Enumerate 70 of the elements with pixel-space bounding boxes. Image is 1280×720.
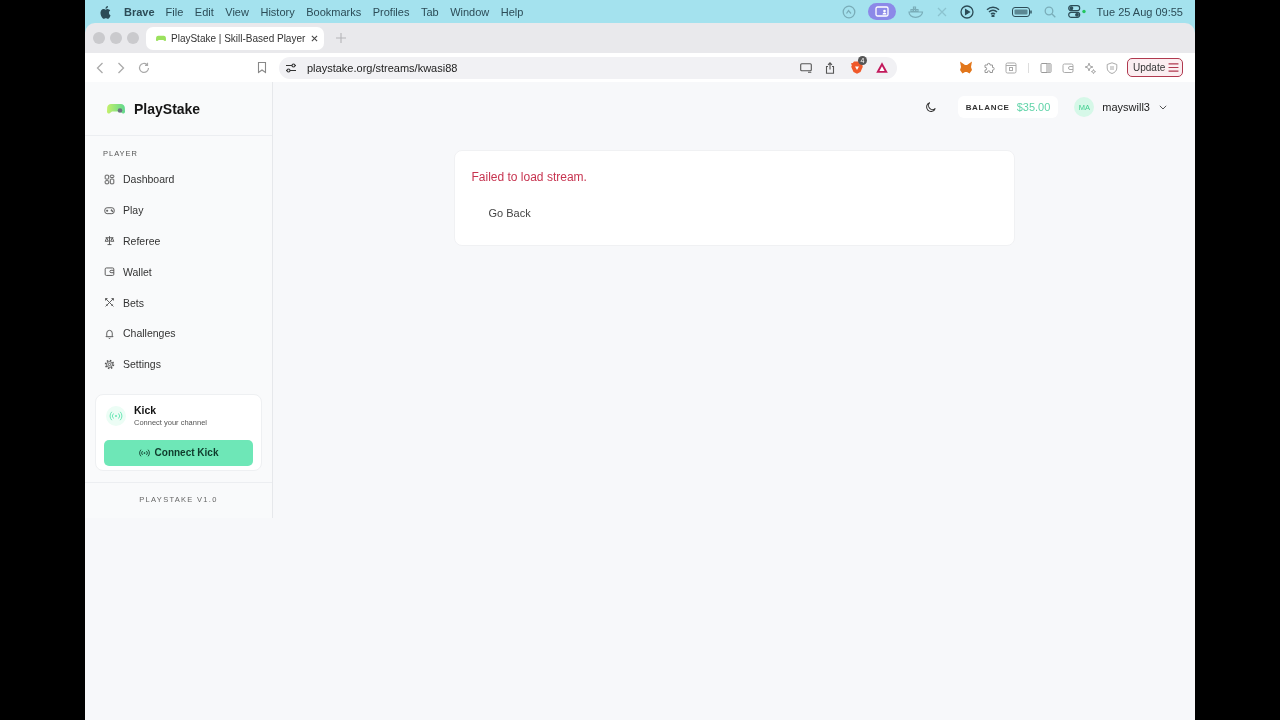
dashboard-icon <box>104 173 115 185</box>
balance-amount: $35.00 <box>1016 101 1051 113</box>
broadcast-icon <box>106 405 126 426</box>
circle-icon[interactable] <box>841 4 856 19</box>
bookmark-icon[interactable] <box>257 61 267 74</box>
menu-item[interactable]: View <box>225 5 249 18</box>
balance-label: BALANCE <box>965 102 1010 112</box>
fox-icon[interactable] <box>959 61 973 74</box>
shield-outline-icon[interactable] <box>1106 61 1118 74</box>
nav-item[interactable]: Bets <box>93 287 264 318</box>
menu-item[interactable]: Help <box>500 5 524 18</box>
chevron-down-icon[interactable] <box>1159 104 1167 110</box>
screen-share-icon[interactable] <box>867 3 896 20</box>
triangle-icon[interactable] <box>876 62 888 73</box>
menu-item[interactable]: Tab <box>420 5 439 18</box>
gamepad-icon <box>156 34 166 42</box>
kick-title: Kick <box>134 403 158 417</box>
settings-icon <box>104 358 115 370</box>
play-icon[interactable] <box>959 4 974 19</box>
gamepad-icon <box>104 204 115 216</box>
back-icon[interactable] <box>96 61 104 74</box>
moon-icon[interactable] <box>924 101 937 113</box>
username[interactable]: mayswill3 <box>1102 101 1150 113</box>
sliders-icon[interactable] <box>285 61 297 74</box>
error-message: Failed to load stream. <box>471 170 587 184</box>
plus-icon[interactable] <box>336 33 346 43</box>
toggles-icon[interactable] <box>1067 5 1086 18</box>
nav-item[interactable]: Dashboard <box>93 164 264 195</box>
address-field[interactable]: playstake.org/streams/kwasi88 <box>279 56 795 79</box>
forward-icon[interactable] <box>117 61 125 74</box>
go-back-button[interactable]: Go Back <box>476 199 543 227</box>
gamepad-logo-icon <box>107 102 125 115</box>
nav-item[interactable]: Settings <box>93 348 264 380</box>
connect-kick-button[interactable]: Connect Kick <box>104 439 253 466</box>
menu-icon[interactable] <box>1168 63 1180 72</box>
puzzle-icon[interactable] <box>983 61 995 74</box>
search-icon[interactable] <box>1043 5 1056 18</box>
screen-icon[interactable] <box>800 62 812 73</box>
sidebar-icon[interactable] <box>1040 61 1052 74</box>
apple-icon[interactable] <box>99 4 111 19</box>
nav-item[interactable]: Challenges <box>93 318 264 349</box>
shield-icon[interactable] <box>851 61 863 74</box>
browser-tab[interactable]: PlayStake | Skill-Based Player <box>146 26 324 50</box>
menu-item[interactable]: File <box>165 5 184 18</box>
menu-item[interactable]: Window <box>450 5 490 18</box>
close-icon[interactable] <box>311 34 318 42</box>
menu-item[interactable]: History <box>260 5 295 18</box>
reload-icon[interactable] <box>138 61 150 74</box>
broadcast-icon <box>138 448 150 457</box>
clock[interactable]: Tue 25 Aug 09:55 <box>1096 5 1183 18</box>
brand-name: PlayStake <box>134 100 201 117</box>
wallet-icon[interactable] <box>1062 61 1074 74</box>
battery-icon[interactable] <box>1011 6 1032 17</box>
update-button[interactable]: Update <box>1127 58 1184 77</box>
whale-icon[interactable] <box>907 5 924 18</box>
wallet-icon <box>104 266 115 278</box>
menu-item[interactable]: Edit <box>194 5 214 18</box>
share-icon[interactable] <box>825 61 835 74</box>
scale-icon <box>104 235 115 247</box>
nav-item[interactable]: Wallet <box>93 256 264 288</box>
wifi-icon[interactable] <box>985 6 1000 17</box>
app-menu[interactable]: Brave <box>124 5 155 18</box>
sparkle-icon[interactable] <box>1084 61 1096 74</box>
crossed-swords-icon <box>104 297 115 309</box>
nav-item[interactable]: Play <box>93 194 264 226</box>
window-icon[interactable] <box>1005 61 1017 74</box>
nav-item[interactable]: Referee <box>93 225 264 257</box>
menu-item[interactable]: Bookmarks <box>306 5 362 18</box>
menu-item[interactable]: Profiles <box>372 5 410 18</box>
bell-icon <box>104 327 115 339</box>
